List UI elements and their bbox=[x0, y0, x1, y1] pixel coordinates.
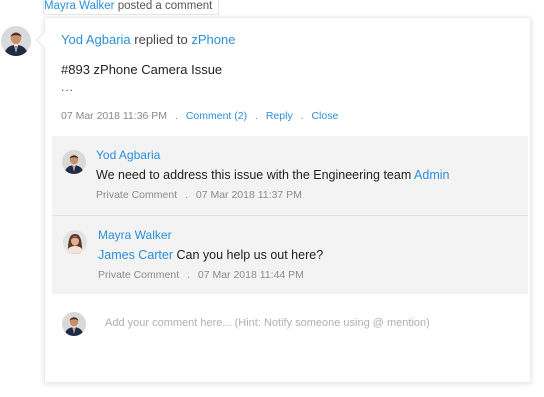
meta-separator: . bbox=[185, 189, 188, 201]
comment-timestamp: 07 Mar 2018 11:37 PM bbox=[195, 189, 302, 201]
comment-count-link[interactable]: Comment (2) bbox=[186, 110, 247, 122]
post-meta: 07 Mar 2018 11:36 PM . Comment (2) . Rep… bbox=[61, 110, 338, 122]
man-avatar-icon bbox=[62, 312, 86, 336]
ticket-title[interactable]: #893 zPhone Camera Issue bbox=[61, 62, 222, 77]
activity-card: Yod Agbaria replied to zPhone #893 zPhon… bbox=[35, 17, 531, 383]
activity-action-text: posted a comment bbox=[117, 0, 213, 12]
comment-body: Can you help us out here? bbox=[176, 248, 324, 262]
close-link[interactable]: Close bbox=[311, 110, 338, 122]
card-pointer bbox=[35, 31, 53, 49]
mention-link[interactable]: James Carter bbox=[98, 248, 173, 262]
author-avatar[interactable] bbox=[1, 26, 31, 56]
comment-author-link[interactable]: Yod Agbaria bbox=[96, 148, 160, 162]
comment-body: We need to address this issue with the E… bbox=[96, 168, 412, 182]
post-timestamp: 07 Mar 2018 11:36 PM bbox=[61, 110, 168, 122]
post-author-link[interactable]: Yod Agbaria bbox=[61, 32, 131, 47]
comment-visibility: Private Comment bbox=[96, 189, 178, 201]
comment-avatar[interactable] bbox=[63, 230, 87, 254]
meta-separator: . bbox=[255, 110, 258, 122]
comment-author-link[interactable]: Mayra Walker bbox=[98, 228, 172, 242]
man-avatar-icon bbox=[1, 26, 31, 56]
woman-avatar-icon bbox=[63, 230, 87, 254]
post-verb: replied to bbox=[134, 32, 188, 47]
man-avatar-icon bbox=[62, 150, 86, 174]
comment-text: James Carter Can you help us out here? bbox=[98, 248, 323, 262]
post-header: Yod Agbaria replied to zPhone bbox=[61, 32, 235, 47]
comment-meta: Private Comment . 07 Mar 2018 11:44 PM bbox=[98, 269, 304, 281]
comment-divider bbox=[52, 215, 528, 216]
meta-separator: . bbox=[187, 269, 190, 281]
meta-separator: . bbox=[174, 110, 178, 122]
ticket-excerpt: ... bbox=[61, 80, 75, 94]
comment-avatar[interactable] bbox=[62, 150, 86, 174]
mention-link[interactable]: Admin bbox=[414, 168, 449, 182]
comment-text: We need to address this issue with the E… bbox=[96, 168, 449, 182]
comment-timestamp: 07 Mar 2018 11:44 PM bbox=[197, 269, 304, 281]
current-user-avatar bbox=[62, 312, 86, 336]
comment-input[interactable] bbox=[105, 313, 505, 333]
meta-separator: . bbox=[300, 110, 304, 122]
post-target-link[interactable]: zPhone bbox=[191, 32, 235, 47]
comment-thread: Yod Agbaria We need to address this issu… bbox=[52, 136, 528, 294]
activity-line: Mayra Walker posted a comment bbox=[0, 0, 544, 16]
activity-notice: Mayra Walker posted a comment bbox=[44, 0, 220, 15]
activity-actor-link[interactable]: Mayra Walker bbox=[44, 0, 115, 12]
reply-link[interactable]: Reply bbox=[266, 110, 293, 122]
comment-meta: Private Comment . 07 Mar 2018 11:37 PM bbox=[96, 189, 302, 201]
comment-visibility: Private Comment bbox=[98, 269, 180, 281]
